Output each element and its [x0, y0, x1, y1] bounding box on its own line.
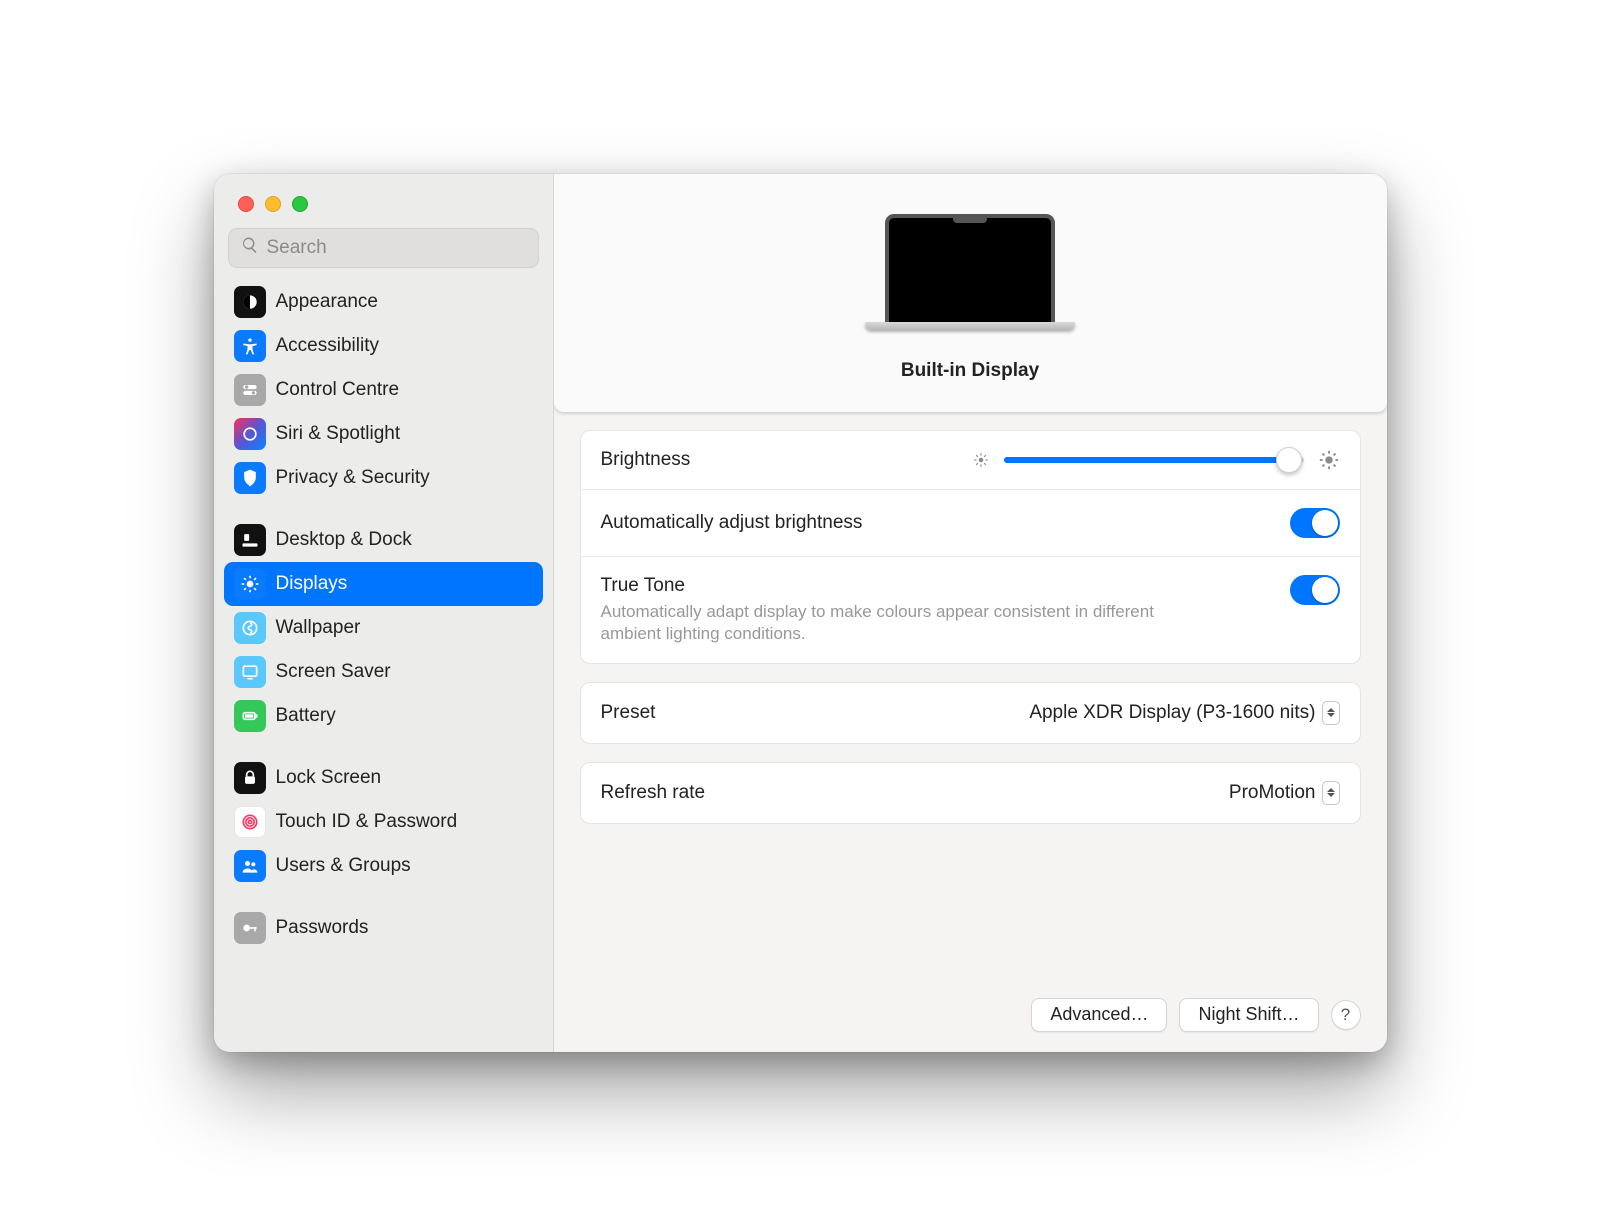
- brightness-panel: Brightness Aut: [580, 430, 1361, 664]
- lock-icon: [234, 762, 266, 794]
- search-icon: [241, 236, 259, 259]
- battery-icon: [234, 700, 266, 732]
- brightness-low-icon: [972, 451, 990, 469]
- touchid-icon: [234, 806, 266, 838]
- auto-brightness-label: Automatically adjust brightness: [601, 512, 863, 534]
- passwords-icon: [234, 912, 266, 944]
- auto-brightness-row: Automatically adjust brightness: [581, 490, 1360, 557]
- users-icon: [234, 850, 266, 882]
- sidebar-item-label: Battery: [276, 705, 336, 727]
- close-window[interactable]: [238, 196, 254, 212]
- sidebar-item-users[interactable]: Users & Groups: [224, 844, 543, 888]
- advanced-button[interactable]: Advanced…: [1031, 998, 1167, 1032]
- true-tone-row: True Tone Automatically adapt display to…: [581, 557, 1360, 663]
- sidebar-item-desktop[interactable]: Desktop & Dock: [224, 518, 543, 562]
- window: Appearance Accessibility Control Centre: [214, 174, 1387, 1052]
- wallpaper-icon: [234, 612, 266, 644]
- true-tone-description: Automatically adapt display to make colo…: [601, 601, 1211, 645]
- refresh-label: Refresh rate: [601, 782, 706, 804]
- sidebar-item-siri[interactable]: Siri & Spotlight: [224, 412, 543, 456]
- sidebar-item-battery[interactable]: Battery: [224, 694, 543, 738]
- sidebar-item-control-centre[interactable]: Control Centre: [224, 368, 543, 412]
- true-tone-label: True Tone: [601, 575, 1211, 597]
- preset-value: Apple XDR Display (P3-1600 nits): [1029, 702, 1315, 724]
- true-tone-toggle[interactable]: [1290, 575, 1340, 605]
- sidebar-nav: Appearance Accessibility Control Centre: [214, 280, 553, 1052]
- sidebar-item-privacy[interactable]: Privacy & Security: [224, 456, 543, 500]
- sidebar-item-label: Privacy & Security: [276, 467, 430, 489]
- display-name-label: Built-in Display: [901, 360, 1039, 382]
- sidebar-item-label: Lock Screen: [276, 767, 382, 789]
- auto-brightness-toggle[interactable]: [1290, 508, 1340, 538]
- sidebar-item-label: Siri & Spotlight: [276, 423, 401, 445]
- minimize-window[interactable]: [265, 196, 281, 212]
- main-content: Displays Built-in Display Brightness: [554, 174, 1387, 1052]
- search-input[interactable]: [267, 237, 526, 259]
- search-field[interactable]: [228, 228, 539, 268]
- chevron-updown-icon: [1322, 701, 1340, 725]
- sidebar-item-passwords[interactable]: Passwords: [224, 906, 543, 950]
- sidebar-item-label: Users & Groups: [276, 855, 411, 877]
- help-button[interactable]: ?: [1331, 1000, 1361, 1030]
- preset-panel: Preset Apple XDR Display (P3-1600 nits): [580, 682, 1361, 744]
- sidebar-item-label: Displays: [276, 573, 348, 595]
- refresh-select[interactable]: ProMotion: [1229, 781, 1340, 805]
- brightness-row: Brightness: [581, 431, 1360, 490]
- sidebar-item-appearance[interactable]: Appearance: [224, 280, 543, 324]
- sidebar-item-lock-screen[interactable]: Lock Screen: [224, 756, 543, 800]
- control-centre-icon: [234, 374, 266, 406]
- privacy-icon: [234, 462, 266, 494]
- display-preview: Displays Built-in Display: [554, 174, 1387, 412]
- screensaver-icon: [234, 656, 266, 688]
- sidebar-item-screensaver[interactable]: Screen Saver: [224, 650, 543, 694]
- refresh-value: ProMotion: [1229, 782, 1316, 804]
- sidebar-item-label: Screen Saver: [276, 661, 391, 683]
- zoom-window[interactable]: [292, 196, 308, 212]
- night-shift-button[interactable]: Night Shift…: [1179, 998, 1318, 1032]
- refresh-row: Refresh rate ProMotion: [581, 763, 1360, 823]
- sidebar-item-displays[interactable]: Displays: [224, 562, 543, 606]
- sidebar-item-wallpaper[interactable]: Wallpaper: [224, 606, 543, 650]
- traffic-lights: [214, 174, 553, 212]
- brightness-label: Brightness: [601, 449, 691, 471]
- appearance-icon: [234, 286, 266, 318]
- sidebar-item-label: Passwords: [276, 917, 369, 939]
- sidebar-item-label: Touch ID & Password: [276, 811, 458, 833]
- refresh-panel: Refresh rate ProMotion: [580, 762, 1361, 824]
- sidebar: Appearance Accessibility Control Centre: [214, 174, 554, 1052]
- accessibility-icon: [234, 330, 266, 362]
- sidebar-item-label: Control Centre: [276, 379, 400, 401]
- sidebar-item-label: Accessibility: [276, 335, 379, 357]
- sidebar-item-label: Appearance: [276, 291, 378, 313]
- sidebar-item-label: Desktop & Dock: [276, 529, 412, 551]
- siri-icon: [234, 418, 266, 450]
- brightness-slider[interactable]: [1004, 457, 1304, 463]
- preset-label: Preset: [601, 702, 656, 724]
- sidebar-item-touchid[interactable]: Touch ID & Password: [224, 800, 543, 844]
- sidebar-item-accessibility[interactable]: Accessibility: [224, 324, 543, 368]
- footer: Advanced… Night Shift… ?: [554, 994, 1387, 1052]
- preset-select[interactable]: Apple XDR Display (P3-1600 nits): [1029, 701, 1339, 725]
- desktop-icon: [234, 524, 266, 556]
- laptop-illustration: [865, 214, 1075, 344]
- brightness-high-icon: [1318, 449, 1340, 471]
- preset-row: Preset Apple XDR Display (P3-1600 nits): [581, 683, 1360, 743]
- sidebar-item-label: Wallpaper: [276, 617, 361, 639]
- chevron-updown-icon: [1322, 781, 1340, 805]
- displays-icon: [234, 568, 266, 600]
